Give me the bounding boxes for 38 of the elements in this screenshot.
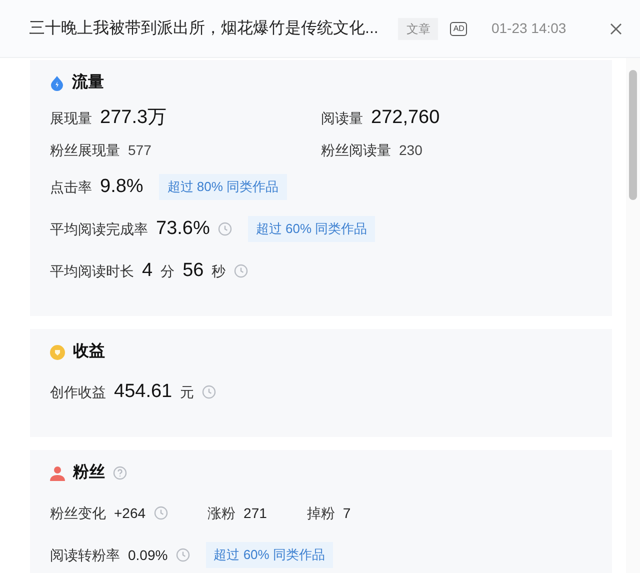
comparison-tag: 超过 60% 同类作品 [206, 542, 333, 568]
metric-label: 粉丝变化 [50, 504, 106, 522]
metric-value: 577 [128, 140, 152, 160]
metric-value: 230 [399, 140, 422, 160]
metric-unit: 分 [160, 262, 175, 280]
metric-label: 粉丝阅读量 [321, 140, 391, 160]
metric-unit: 秒 [212, 262, 226, 280]
type-tag: 文章 [398, 18, 438, 40]
metric-label: 展现量 [50, 108, 92, 128]
comparison-tag: 超过 80% 同类作品 [159, 174, 287, 200]
publish-time: 01-23 14:03 [491, 19, 566, 38]
article-title: 三十晚上我被带到派出所，烟花爆竹是传统文化... [29, 18, 378, 38]
section-title: 粉丝 [73, 462, 105, 483]
ad-tag: AD [450, 22, 468, 36]
metric-value: 7 [342, 504, 351, 522]
metric-label: 阅读转粉率 [50, 546, 120, 564]
metric-value: 277.3万 [100, 106, 167, 130]
metric-label: 阅读量 [321, 108, 363, 128]
metric-value: 454.61 [114, 380, 172, 404]
metric-value: 4 [142, 258, 153, 283]
metric-value: +264 [114, 504, 146, 522]
metric-label: 平均阅读完成率 [50, 220, 148, 238]
section-title: 流量 [72, 72, 104, 93]
metric-label: 粉丝展现量 [50, 140, 120, 160]
metric-unit: 元 [180, 382, 194, 402]
metric-value: 0.09% [128, 546, 168, 564]
metric-label: 点击率 [50, 178, 92, 196]
metric-value: 73.6% [156, 216, 210, 241]
metric-value: 272,760 [371, 106, 440, 130]
metric-value: 56 [182, 258, 204, 283]
metric-label: 创作收益 [50, 382, 106, 402]
section-title: 收益 [73, 342, 105, 362]
comparison-tag: 超过 60% 同类作品 [248, 216, 376, 242]
metric-label: 平均阅读时长 [50, 262, 134, 280]
metric-value: 9.8% [100, 174, 144, 199]
metric-label: 涨粉 [208, 504, 236, 522]
metric-value: 271 [244, 504, 267, 522]
metric-label: 掉粉 [306, 504, 335, 522]
